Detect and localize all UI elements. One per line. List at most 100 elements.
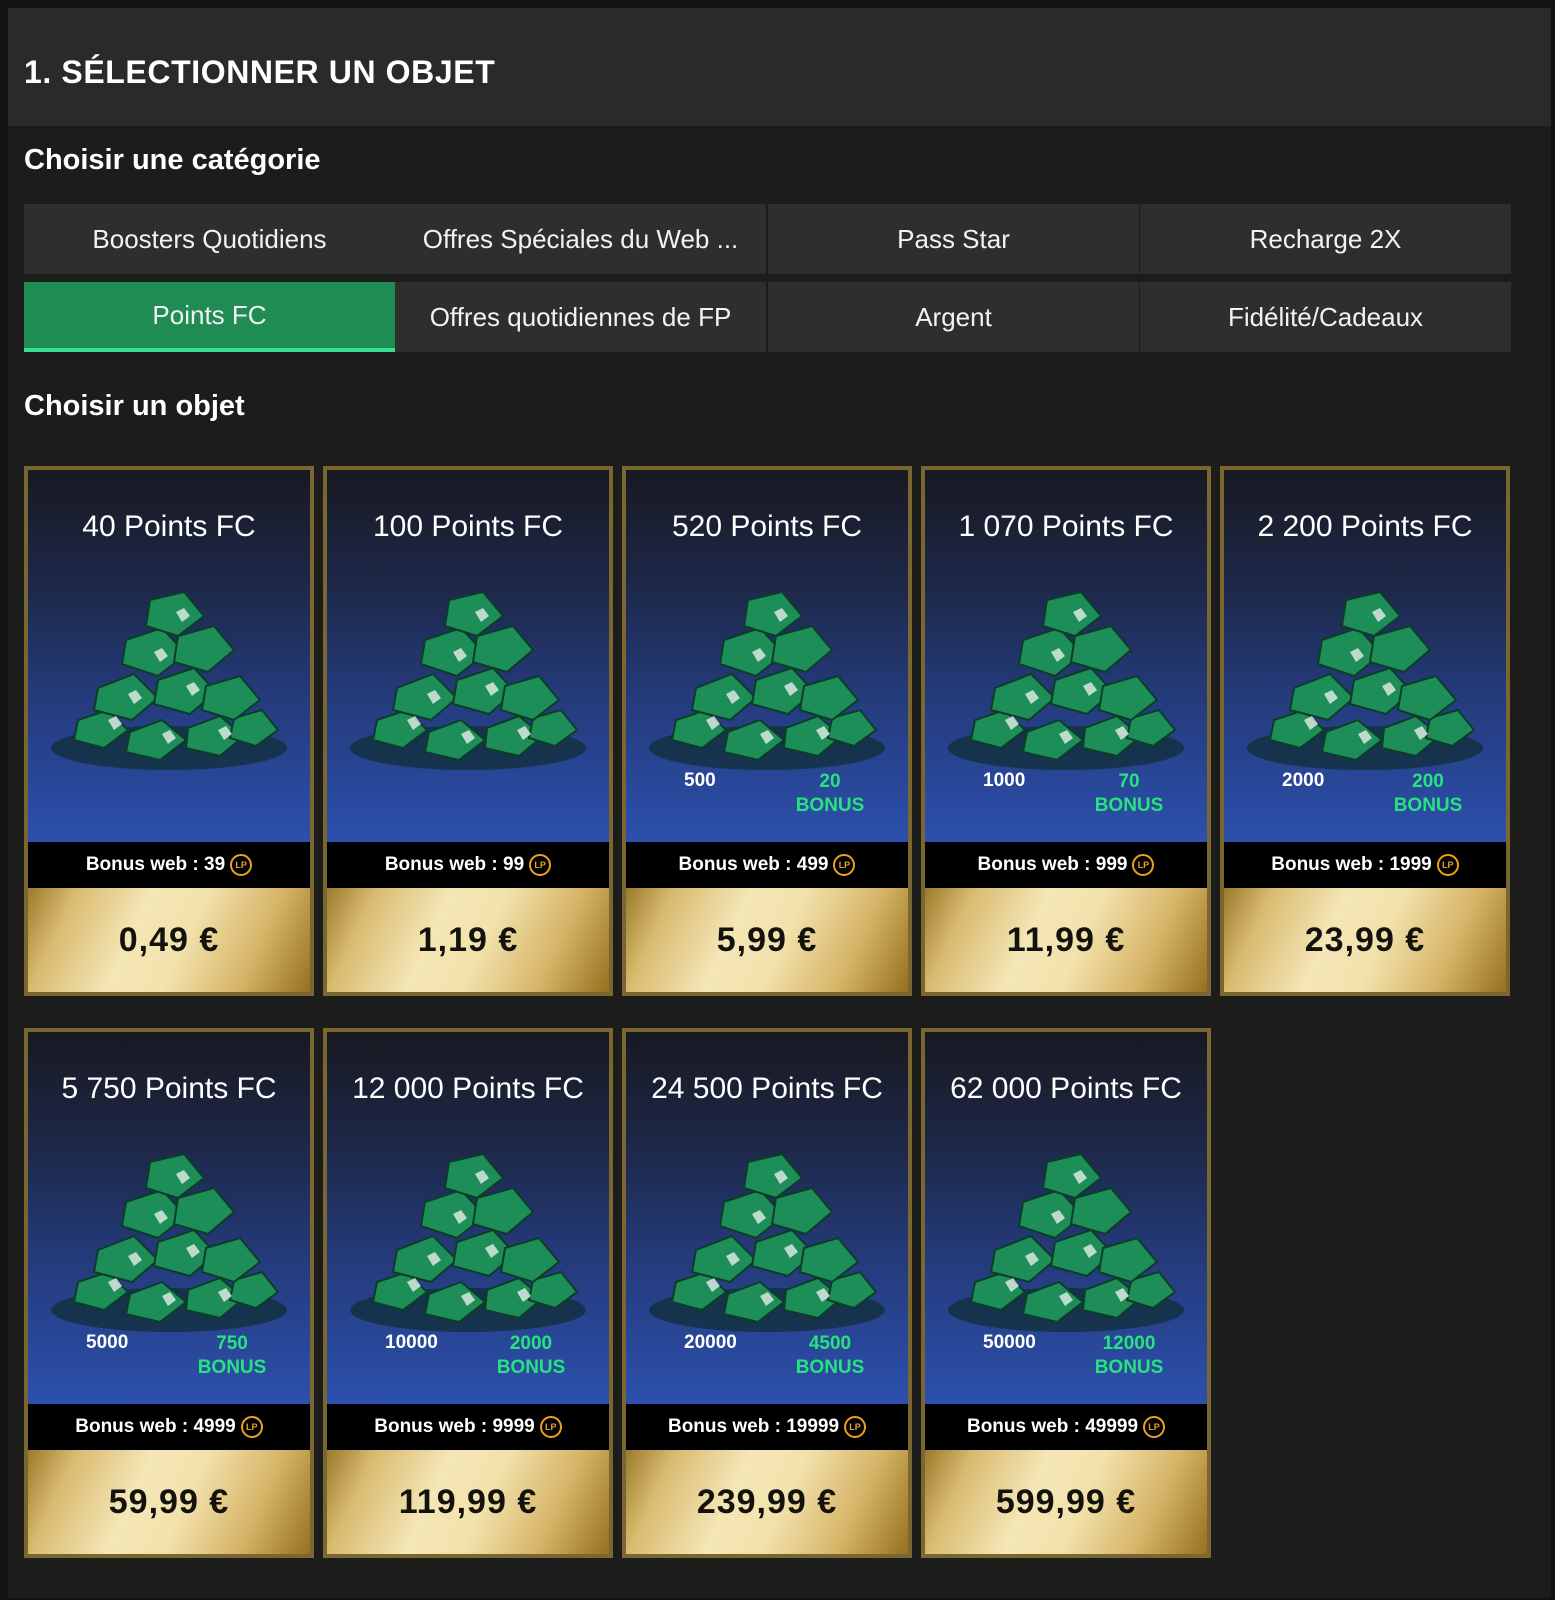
bonus-web-text: Bonus web : 19999	[667, 1416, 840, 1437]
bonus-points-label: 70 BONUS	[1089, 770, 1169, 818]
base-points-label: 500	[684, 770, 716, 791]
card-title: 40 Points FC	[82, 510, 256, 543]
bonus-web-bar: Bonus web : 1999 LP	[1224, 842, 1506, 888]
bonus-web-bar: Bonus web : 49999 LP	[925, 1404, 1207, 1450]
bonus-web-text: Bonus web : 9999	[374, 1416, 535, 1437]
bonus-tag: BONUS	[197, 1357, 267, 1378]
card-title: 12 000 Points FC	[352, 1072, 584, 1105]
product-card[interactable]: 1 070 Points FC 1000 70 BONUS Bonus web …	[921, 466, 1211, 996]
bonus-web-text: Bonus web : 499	[678, 854, 829, 875]
product-card[interactable]: 24 500 Points FC 20000 4500 BONUS Bonus …	[622, 1028, 912, 1558]
category-section-label: Choisir une catégorie	[24, 144, 321, 176]
bonus-points-label: 12000 BONUS	[1089, 1332, 1169, 1380]
tab-fidelite-cadeaux[interactable]: Fidélité/Cadeaux	[1140, 282, 1511, 352]
bonus-points-value: 200	[1412, 771, 1444, 792]
price-button[interactable]: 119,99 €	[327, 1450, 609, 1554]
fc-points-pile-icon	[51, 590, 287, 770]
tab-label: Boosters Quotidiens	[92, 223, 327, 254]
base-points-label: 5000	[86, 1332, 129, 1353]
fc-points-pile-icon	[1247, 590, 1483, 770]
tab-points-fc[interactable]: Points FC	[24, 282, 395, 352]
base-points-label: 50000	[983, 1332, 1036, 1353]
bonus-web-bar: Bonus web : 19999 LP	[626, 1404, 908, 1450]
bonus-tag: BONUS	[496, 1357, 566, 1378]
product-card[interactable]: 5 750 Points FC 5000 750 BONUS Bonus web…	[24, 1028, 314, 1558]
card-image-area: 62 000 Points FC 50000 12000 BONUS	[925, 1032, 1207, 1404]
product-card[interactable]: 40 Points FC Bonus web: 39 LP 0,49 €	[24, 466, 314, 996]
card-image-area: 520 Points FC 500 20 BONUS	[626, 470, 908, 842]
tab-boosters-quotidiens[interactable]: Boosters Quotidiens	[24, 204, 395, 274]
bonus-web-text: Bonus web : 39	[85, 854, 226, 875]
bonus-points-label: 4500 BONUS	[790, 1332, 870, 1380]
fc-points-pile-icon	[350, 1152, 586, 1332]
card-image-area: 40 Points FC	[28, 470, 310, 842]
card-image-area: 100 Points FC	[327, 470, 609, 842]
product-card[interactable]: 100 Points FC Bonus web: 99 LP 1,19 €	[323, 466, 613, 996]
price-button[interactable]: 5,99 €	[626, 888, 908, 992]
bonus-points-value: 2000	[509, 1333, 553, 1354]
lp-coin-icon: LP	[240, 1416, 263, 1438]
bonus-web-bar: Bonus web : 39 LP	[28, 842, 310, 888]
tab-label: Argent	[915, 301, 992, 332]
bonus-web-text: Bonus web : 1999	[1271, 854, 1432, 875]
lp-coin-icon: LP	[539, 1416, 562, 1438]
price-button[interactable]: 239,99 €	[626, 1450, 908, 1554]
price-button[interactable]: 599,99 €	[925, 1450, 1207, 1554]
fc-points-pile-icon	[649, 590, 885, 770]
base-points-label: 1000	[983, 770, 1026, 791]
tab-pass-star[interactable]: Pass Star	[768, 204, 1139, 274]
card-image-area: 5 750 Points FC 5000 750 BONUS	[28, 1032, 310, 1404]
tab-label: Fidélité/Cadeaux	[1227, 301, 1424, 332]
base-points-label: 10000	[385, 1332, 438, 1353]
price-button[interactable]: 23,99 €	[1224, 888, 1506, 992]
bonus-tag: BONUS	[1094, 1357, 1164, 1378]
bonus-points-value: 70	[1118, 771, 1140, 792]
bonus-points-value: 4500	[808, 1333, 852, 1354]
lp-coin-icon: LP	[1143, 1416, 1166, 1438]
product-card[interactable]: 62 000 Points FC 50000 12000 BONUS Bonus…	[921, 1028, 1211, 1558]
price-button[interactable]: 0,49 €	[28, 888, 310, 992]
bonus-tag: BONUS	[1094, 795, 1164, 816]
bonus-points-value: 750	[216, 1333, 248, 1354]
card-title: 62 000 Points FC	[950, 1072, 1182, 1105]
fc-points-pile-icon	[51, 1152, 287, 1332]
bonus-points-label: 20 BONUS	[790, 770, 870, 818]
tab-label: Points FC	[152, 299, 267, 330]
tab-argent[interactable]: Argent	[768, 282, 1139, 352]
card-title: 5 750 Points FC	[61, 1072, 277, 1105]
product-card[interactable]: 12 000 Points FC 10000 2000 BONUS Bonus …	[323, 1028, 613, 1558]
bonus-points-value: 20	[819, 771, 841, 792]
step-title: 1. SÉLECTIONNER UN OBJET	[24, 54, 496, 90]
fc-points-pile-icon	[948, 590, 1184, 770]
bonus-web-bar: Bonus web : 99 LP	[327, 842, 609, 888]
product-card[interactable]: 2 200 Points FC 2000 200 BONUS Bonus web…	[1220, 466, 1510, 996]
card-title: 1 070 Points FC	[958, 510, 1174, 543]
base-points-label: 2000	[1282, 770, 1325, 791]
base-points-label: 20000	[684, 1332, 737, 1353]
bonus-web-bar: Bonus web : 4999 LP	[28, 1404, 310, 1450]
price-button[interactable]: 11,99 €	[925, 888, 1207, 992]
bonus-web-bar: Bonus web : 999 LP	[925, 842, 1207, 888]
step-header: 1. SÉLECTIONNER UN OBJET	[8, 8, 1551, 126]
lp-coin-icon: LP	[230, 854, 253, 876]
tab-offres-quotidiennes-fp[interactable]: Offres quotidiennes de FP	[395, 282, 766, 352]
tab-label: Recharge 2X	[1249, 223, 1402, 254]
fc-points-pile-icon	[649, 1152, 885, 1332]
price-button[interactable]: 59,99 €	[28, 1450, 310, 1554]
fc-points-pile-icon	[350, 590, 586, 770]
lp-coin-icon: LP	[529, 854, 552, 876]
card-image-area: 24 500 Points FC 20000 4500 BONUS	[626, 1032, 908, 1404]
price-button[interactable]: 1,19 €	[327, 888, 609, 992]
tab-offres-speciales-web[interactable]: Offres Spéciales du Web ...	[395, 204, 766, 274]
bonus-tag: BONUS	[1393, 795, 1463, 816]
tab-recharge-2x[interactable]: Recharge 2X	[1140, 204, 1511, 274]
tab-label: Offres Spéciales du Web ...	[422, 223, 739, 254]
product-card[interactable]: 520 Points FC 500 20 BONUS Bonus web: 4…	[622, 466, 912, 996]
bonus-web-text: Bonus web : 999	[977, 854, 1128, 875]
tab-label: Offres quotidiennes de FP	[429, 301, 732, 332]
category-tabs: Boosters Quotidiens Offres Spéciales du …	[24, 204, 1534, 352]
fc-points-pile-icon	[948, 1152, 1184, 1332]
bonus-web-text: Bonus web : 99	[384, 854, 525, 875]
lp-coin-icon: LP	[1436, 854, 1459, 876]
purchase-panel: 1. SÉLECTIONNER UN OBJET Choisir une cat…	[8, 8, 1551, 1598]
